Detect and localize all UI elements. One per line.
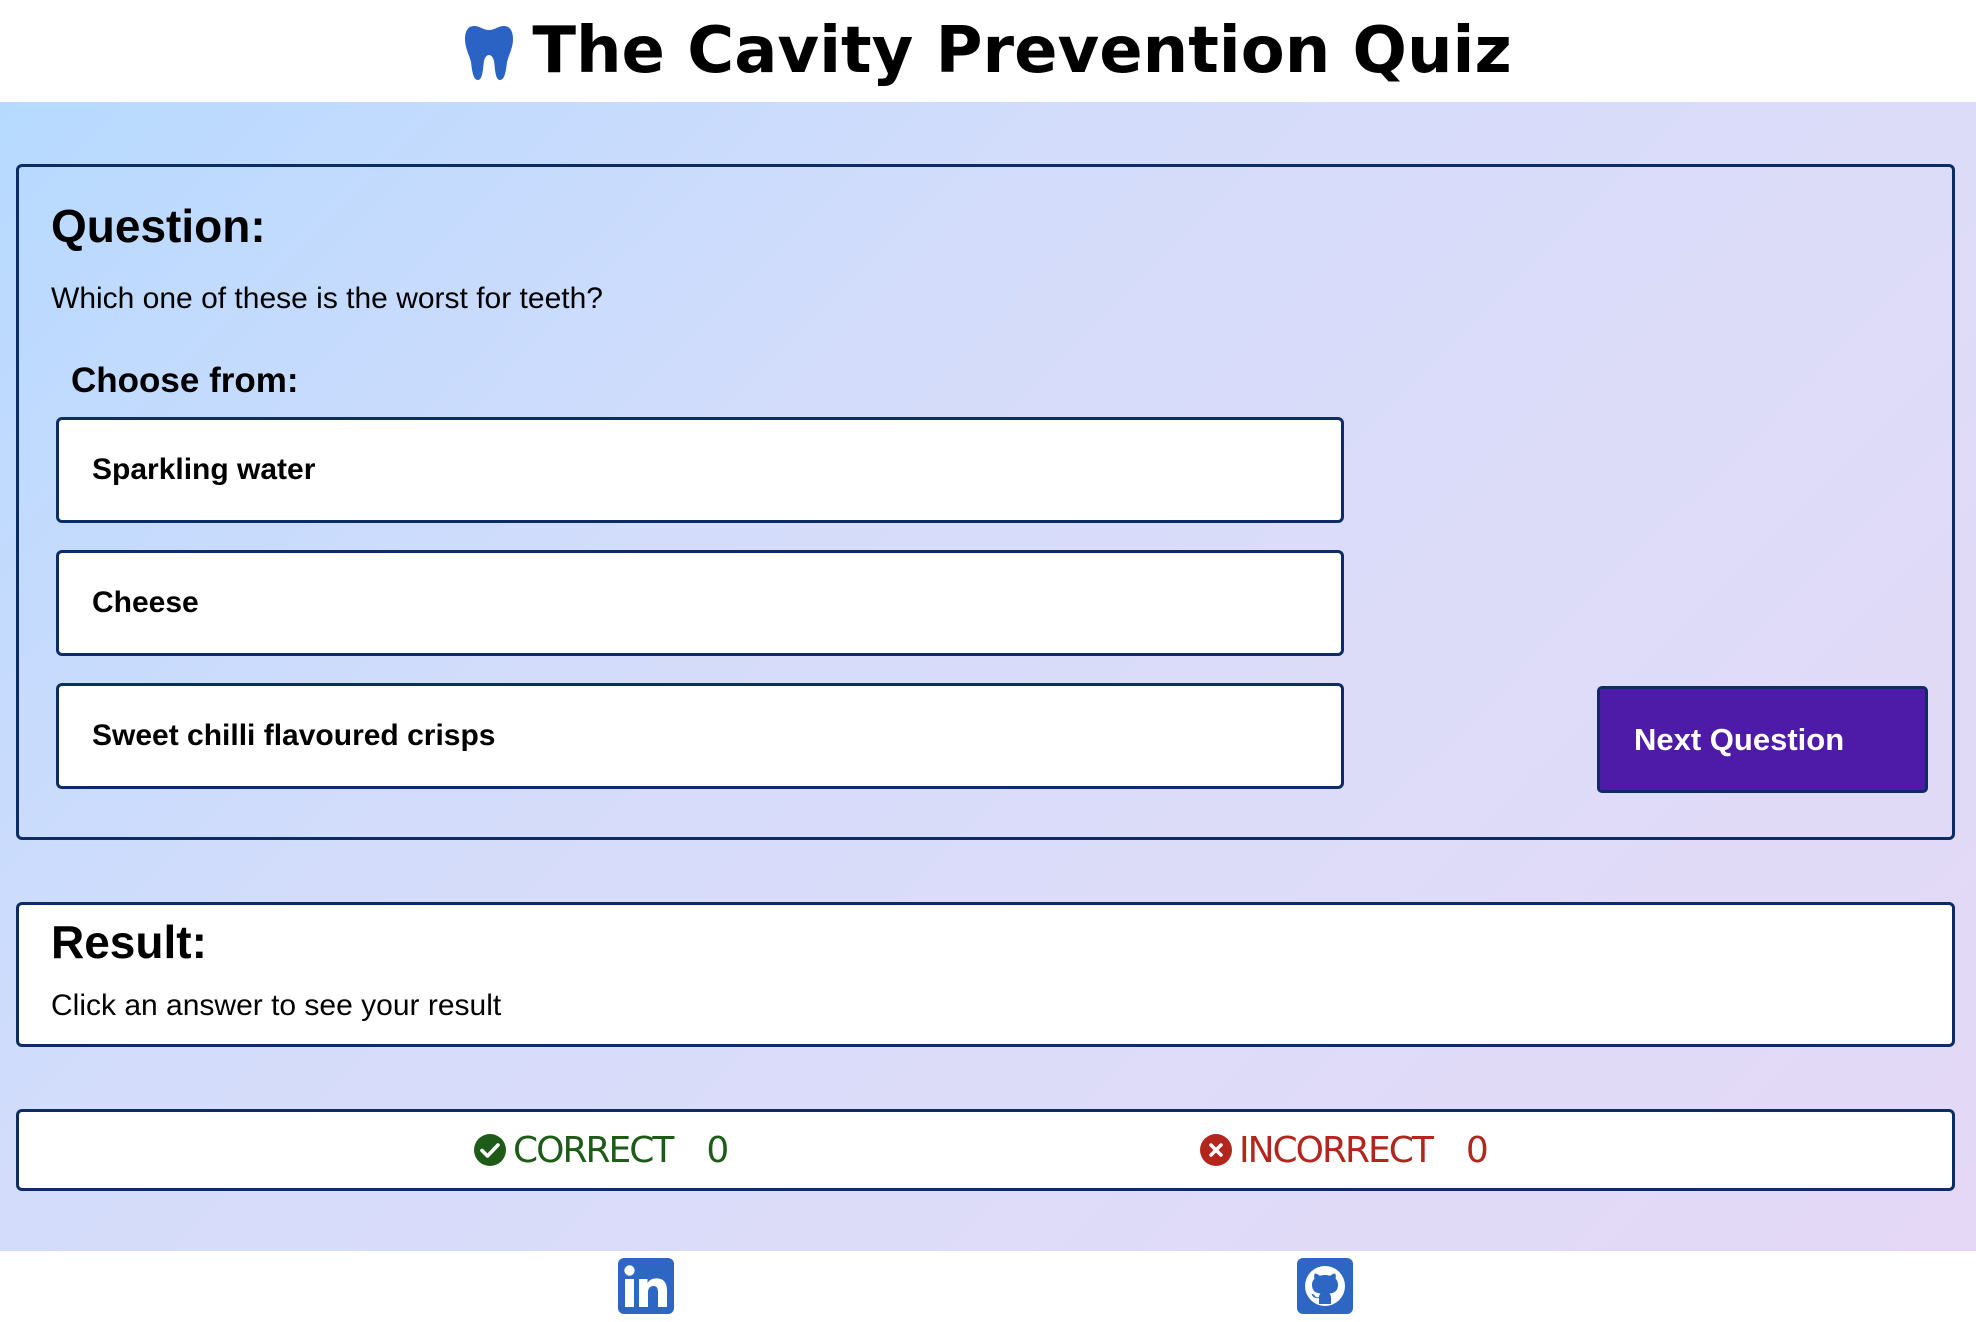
question-heading: Question: <box>51 200 266 252</box>
question-text: Which one of these is the worst for teet… <box>51 282 603 315</box>
page-title: The Cavity Prevention Quiz <box>532 14 1512 88</box>
page-footer <box>0 1251 1976 1322</box>
choose-from-label: Choose from: <box>71 361 299 400</box>
correct-score: CORRECT 0 <box>473 1112 729 1188</box>
result-heading: Result: <box>51 916 207 968</box>
score-panel: CORRECT 0 INCORRECT 0 <box>16 1109 1955 1191</box>
github-icon[interactable] <box>1297 1258 1353 1314</box>
next-question-button[interactable]: Next Question <box>1597 686 1928 793</box>
linkedin-icon[interactable] <box>618 1258 674 1314</box>
tooth-icon <box>465 26 514 80</box>
question-panel: Question: Which one of these is the wors… <box>16 164 1955 840</box>
result-panel: Result: Click an answer to see your resu… <box>16 902 1955 1047</box>
result-text: Click an answer to see your result <box>51 989 502 1022</box>
x-circle-icon <box>1200 1134 1232 1166</box>
main-content: Question: Which one of these is the wors… <box>0 102 1976 1251</box>
answer-option-2[interactable]: Cheese <box>56 550 1344 656</box>
correct-count: 0 <box>706 1129 730 1171</box>
answer-option-3[interactable]: Sweet chilli flavoured crisps <box>56 683 1344 789</box>
incorrect-score: INCORRECT 0 <box>1199 1112 1489 1188</box>
correct-label: CORRECT <box>513 1129 674 1171</box>
answer-option-1[interactable]: Sparkling water <box>56 417 1344 523</box>
incorrect-count: 0 <box>1465 1129 1489 1171</box>
page-header: The Cavity Prevention Quiz <box>0 0 1976 102</box>
incorrect-label: INCORRECT <box>1239 1129 1434 1171</box>
check-circle-icon <box>474 1134 506 1166</box>
